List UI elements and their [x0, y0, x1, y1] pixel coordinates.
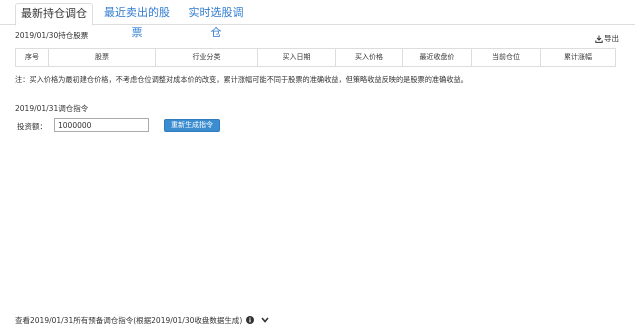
column-header[interactable]: 买入日期: [258, 49, 336, 66]
column-header[interactable]: 最近收盘价: [403, 49, 472, 66]
holdings-title: 2019/01/30持仓股票: [15, 31, 89, 40]
footer-bar: 查看2019/01/31所有预备调仓指令(根据2019/01/30收盘数据生成): [15, 314, 269, 326]
column-header[interactable]: 股票: [49, 49, 156, 66]
footer-link[interactable]: 查看2019/01/31所有预备调仓指令(根据2019/01/30收盘数据生成): [15, 315, 242, 326]
holdings-table-header: 序号 股票 行业分类 买入日期 买入价格 最近收盘价 当前仓位 累计涨幅: [15, 48, 616, 67]
investment-input[interactable]: [54, 118, 149, 132]
column-header[interactable]: 序号: [16, 49, 49, 66]
export-button[interactable]: 导出: [595, 33, 619, 44]
column-header[interactable]: 买入价格: [336, 49, 403, 66]
column-header[interactable]: 行业分类: [156, 49, 258, 66]
regenerate-button[interactable]: 重新生成指令: [164, 119, 220, 132]
tab-bar: 最新持仓调仓 最近卖出的股票 实时选股调仓: [0, 0, 635, 39]
column-header[interactable]: 当前仓位: [472, 49, 541, 66]
tab-realtime-rebalance[interactable]: 实时选股调仓: [186, 3, 246, 39]
info-icon[interactable]: [246, 316, 255, 324]
disclaimer-note: 注：买入价格为最初建仓价格，不考虑仓位调整对成本价的改变，累计涨幅可能不同于股票…: [15, 75, 468, 84]
chevron-down-icon[interactable]: [261, 317, 269, 323]
tab-latest-holdings[interactable]: 最新持仓调仓: [15, 3, 93, 26]
tab-recently-sold[interactable]: 最近卖出的股票: [101, 3, 173, 39]
rebalance-title: 2019/01/31调仓指令: [15, 104, 89, 113]
download-icon: [595, 35, 603, 43]
investment-label: 投资额：: [17, 122, 47, 131]
column-header[interactable]: 累计涨幅: [541, 49, 615, 66]
export-label: 导出: [604, 34, 619, 43]
